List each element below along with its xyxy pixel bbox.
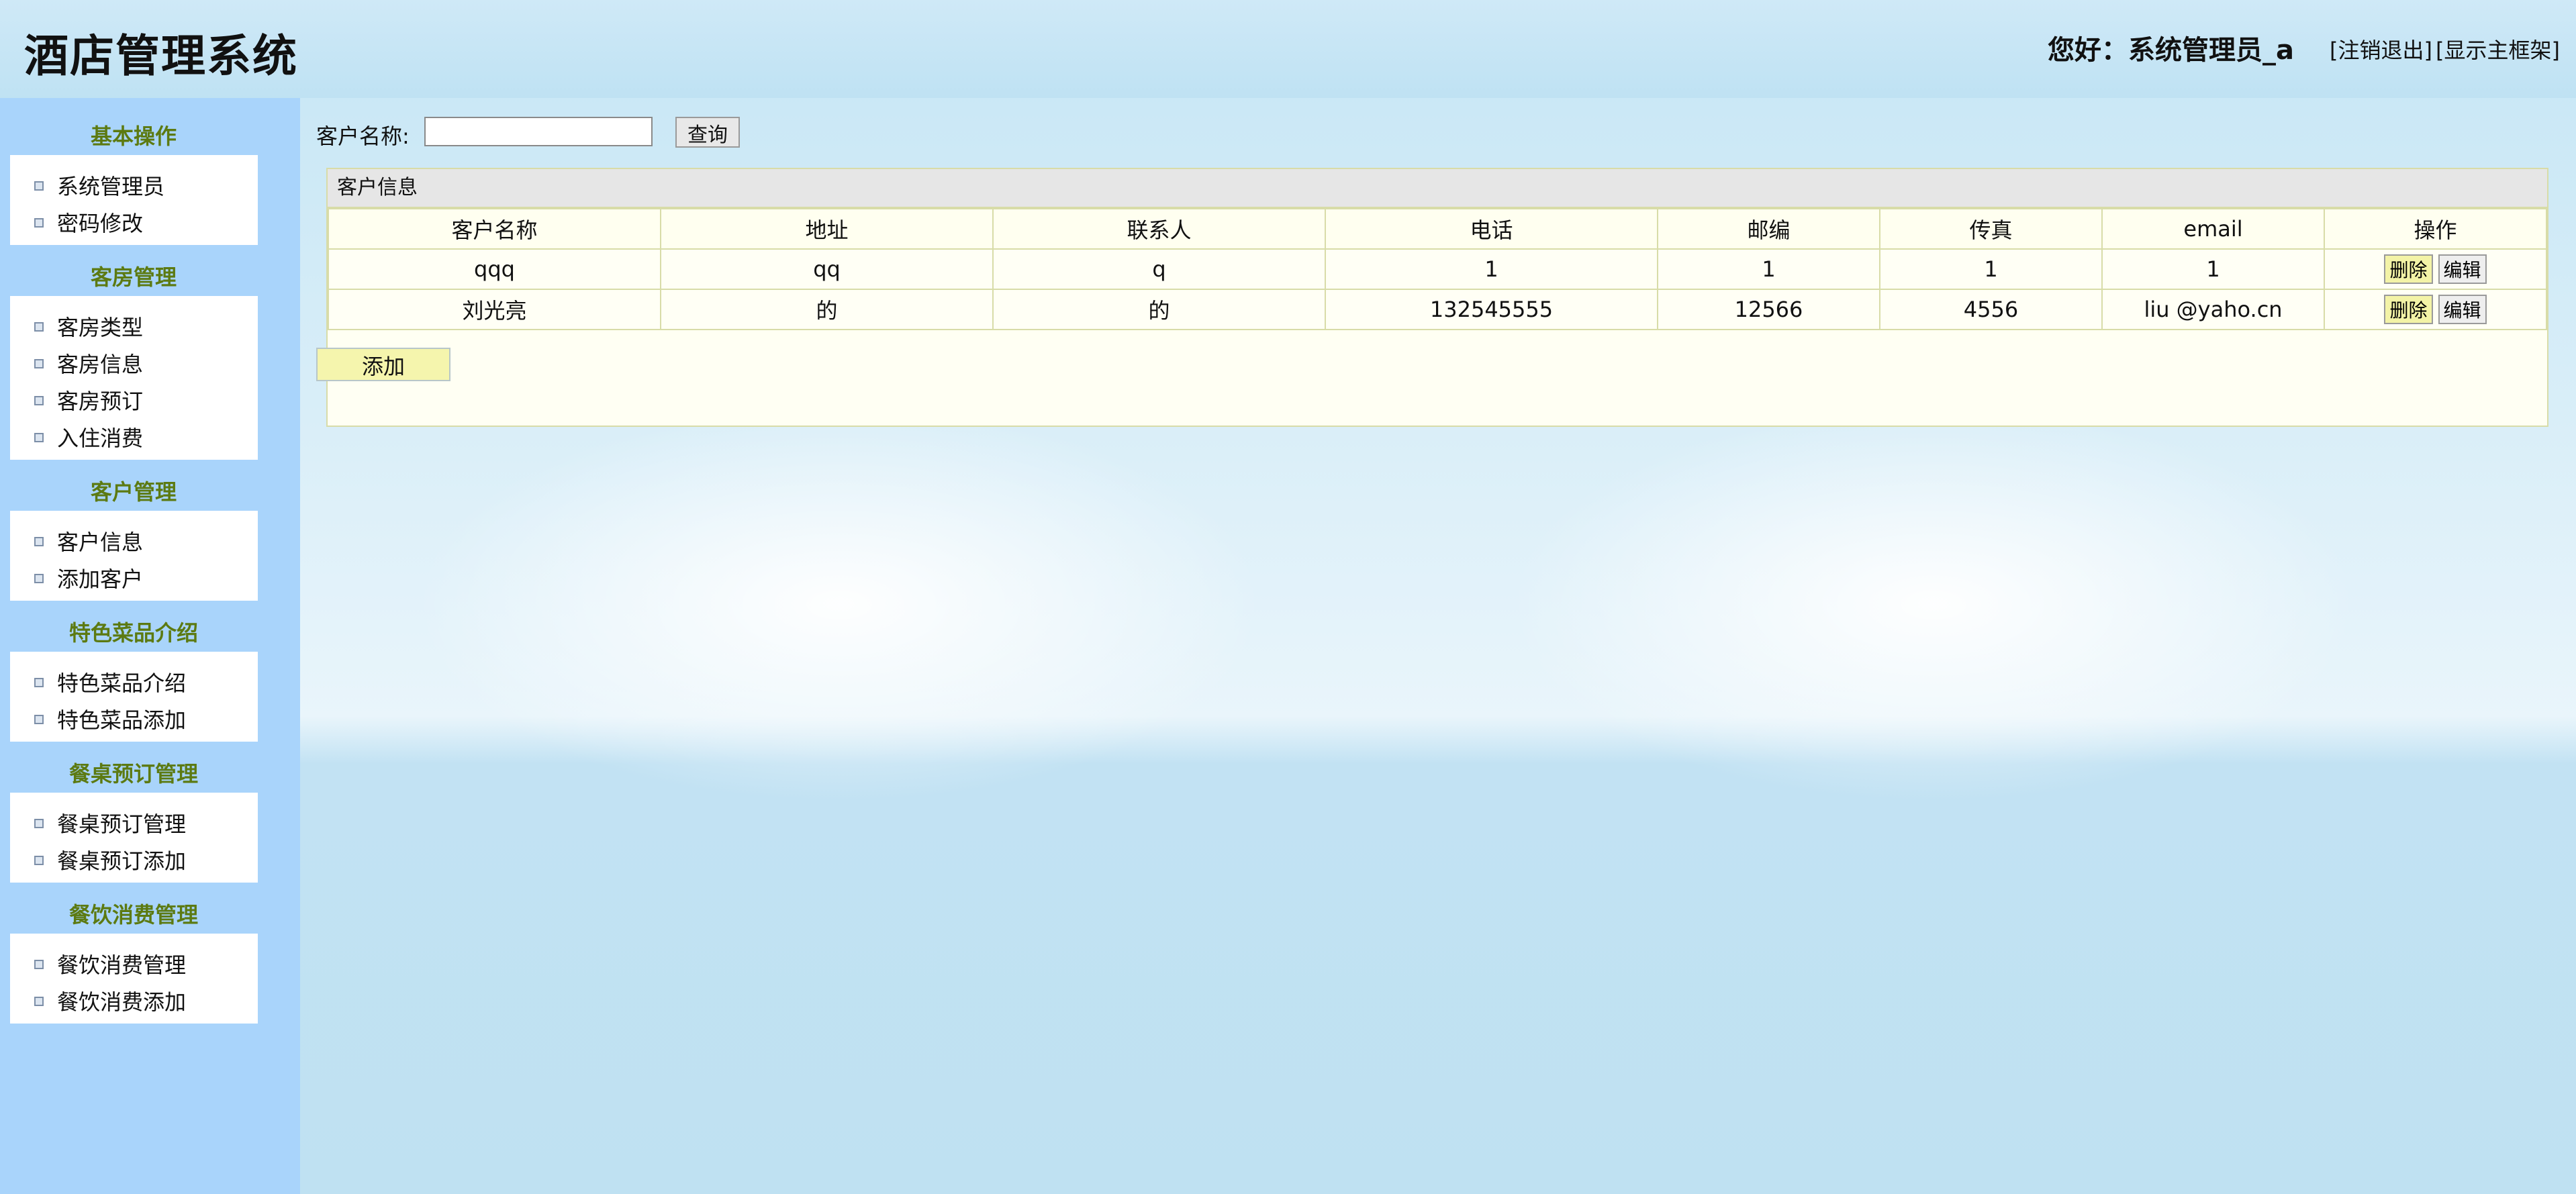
- sidebar-group-box: 餐桌预订管理 餐桌预订添加: [10, 793, 258, 883]
- sidebar-group-box: 客房类型 客房信息 客房预订 入住消费: [10, 296, 258, 460]
- logout-link[interactable]: [注销退出]: [2330, 34, 2432, 64]
- sidebar-item-label: 客房类型: [57, 315, 144, 340]
- sidebar-item-label: 餐饮消费添加: [57, 989, 187, 1015]
- sidebar-group-box: 客户信息 添加客户: [10, 511, 258, 601]
- bullet-icon: [34, 997, 44, 1006]
- bullet-icon: [34, 218, 44, 228]
- actions-cell: 删除 编辑: [2324, 248, 2547, 290]
- sidebar-item-label: 餐桌预订添加: [57, 848, 187, 874]
- sidebar-item-dish-add[interactable]: 特色菜品添加: [34, 703, 186, 734]
- add-customer-button[interactable]: 添加: [316, 348, 450, 381]
- sidebar-item-add-customer[interactable]: 添加客户: [34, 562, 143, 593]
- table-cell: qqq: [328, 248, 661, 290]
- show-main-frame-link[interactable]: [显示主框架]: [2436, 34, 2560, 64]
- sidebar-item-label: 入住消费: [57, 426, 144, 451]
- app-title: 酒店管理系统: [24, 30, 298, 82]
- sidebar-group-title: 客户管理: [90, 479, 177, 505]
- bullet-icon: [34, 678, 44, 687]
- table-cell: 4556: [1879, 289, 2103, 330]
- sidebar-item-room-type[interactable]: 客房类型: [34, 311, 143, 342]
- edit-button[interactable]: 编辑: [2438, 254, 2487, 284]
- sidebar-item-label: 特色菜品介绍: [57, 670, 187, 696]
- table-row: 刘光亮 的 的 132545555 12566 4556 liu @yaho.c…: [328, 289, 2547, 330]
- table-cell: 1: [1879, 248, 2103, 290]
- bullet-icon: [34, 715, 44, 724]
- table-cell: 的: [992, 289, 1326, 330]
- sidebar-group-title: 餐桌预订管理: [68, 761, 198, 787]
- customer-info-panel: 客户信息 客户名称 地址 联系人 电话 邮编 传真 email 操作 qqq q…: [326, 168, 2548, 427]
- sidebar-item-room-booking[interactable]: 客房预订: [34, 385, 143, 415]
- sidebar-group-title: 特色菜品介绍: [68, 620, 198, 646]
- sidebar-item-label: 添加客户: [57, 566, 144, 592]
- delete-button[interactable]: 删除: [2384, 295, 2433, 324]
- sidebar-item-label: 餐桌预订管理: [57, 811, 187, 837]
- customer-table: 客户名称 地址 联系人 电话 邮编 传真 email 操作 qqq qq q 1…: [328, 208, 2547, 330]
- table-cell: 1: [1325, 248, 1658, 290]
- bullet-icon: [34, 181, 44, 191]
- table-header-row: 客户名称 地址 联系人 电话 邮编 传真 email 操作: [328, 208, 2547, 250]
- table-cell: 刘光亮: [328, 289, 661, 330]
- table-cell: 132545555: [1325, 289, 1658, 330]
- sidebar-item-checkin[interactable]: 入住消费: [34, 421, 143, 452]
- sidebar-item-dish-intro[interactable]: 特色菜品介绍: [34, 666, 186, 697]
- sidebar-item-label: 特色菜品添加: [57, 707, 187, 733]
- bullet-icon: [34, 856, 44, 865]
- sidebar-group-box: 特色菜品介绍 特色菜品添加: [10, 652, 258, 742]
- sidebar: 基本操作 系统管理员 密码修改 客房管理 客房类型 客房信息 客房预订 入住消费…: [0, 98, 300, 1194]
- sidebar-item-room-info[interactable]: 客房信息: [34, 348, 143, 379]
- column-header: 电话: [1325, 208, 1658, 250]
- column-header: 邮编: [1657, 208, 1880, 250]
- sidebar-item-label: 餐饮消费管理: [57, 952, 187, 978]
- table-cell: qq: [660, 248, 994, 290]
- sidebar-item-table-booking-add[interactable]: 餐桌预订添加: [34, 844, 186, 875]
- sidebar-group-box: 餐饮消费管理 餐饮消费添加: [10, 934, 258, 1024]
- sidebar-item-label: 密码修改: [57, 211, 144, 236]
- column-header: 联系人: [992, 208, 1326, 250]
- table-cell: 12566: [1657, 289, 1880, 330]
- bullet-icon: [34, 433, 44, 442]
- bullet-icon: [34, 819, 44, 828]
- user-greeting: 您好：系统管理员_a: [2048, 35, 2294, 66]
- table-cell: liu @yaho.cn: [2101, 289, 2325, 330]
- sidebar-item-dining-add[interactable]: 餐饮消费添加: [34, 985, 186, 1016]
- sidebar-item-admin[interactable]: 系统管理员: [34, 170, 164, 201]
- sidebar-item-label: 客户信息: [57, 530, 144, 555]
- column-header: 地址: [660, 208, 994, 250]
- main-content: 客户名称: 查询 客户信息 客户名称 地址 联系人 电话 邮编 传真 email…: [300, 98, 2576, 1194]
- sidebar-group-title: 基本操作: [90, 123, 177, 149]
- sidebar-group-box: 系统管理员 密码修改: [10, 155, 258, 245]
- customer-name-input[interactable]: [424, 117, 653, 146]
- table-cell: 1: [2101, 248, 2325, 290]
- bullet-icon: [34, 322, 44, 332]
- sidebar-item-label: 系统管理员: [57, 174, 165, 199]
- sidebar-item-label: 客房预订: [57, 389, 144, 414]
- table-cell: q: [992, 248, 1326, 290]
- sidebar-item-customer-info[interactable]: 客户信息: [34, 526, 143, 556]
- sidebar-item-table-booking-manage[interactable]: 餐桌预订管理: [34, 807, 186, 838]
- actions-cell: 删除 编辑: [2324, 289, 2547, 330]
- panel-title: 客户信息: [328, 169, 2547, 208]
- bullet-icon: [34, 396, 44, 405]
- sidebar-item-password[interactable]: 密码修改: [34, 207, 143, 238]
- sidebar-item-dining-manage[interactable]: 餐饮消费管理: [34, 948, 186, 979]
- column-header: 客户名称: [328, 208, 661, 250]
- column-header: 操作: [2324, 208, 2547, 250]
- sidebar-group-title: 餐饮消费管理: [68, 902, 198, 928]
- delete-button[interactable]: 删除: [2384, 254, 2433, 284]
- table-cell: 1: [1657, 248, 1880, 290]
- top-header: 酒店管理系统 您好：系统管理员_a [注销退出] [显示主框架]: [0, 0, 2576, 98]
- bullet-icon: [34, 960, 44, 969]
- column-header: 传真: [1879, 208, 2103, 250]
- bullet-icon: [34, 537, 44, 546]
- table-row: qqq qq q 1 1 1 1 删除 编辑: [328, 248, 2547, 290]
- bullet-icon: [34, 359, 44, 368]
- column-header: email: [2101, 208, 2325, 250]
- sidebar-group-title: 客房管理: [90, 264, 177, 290]
- edit-button[interactable]: 编辑: [2438, 295, 2487, 324]
- customer-name-label: 客户名称:: [316, 123, 410, 149]
- query-button[interactable]: 查询: [675, 117, 740, 148]
- table-cell: 的: [660, 289, 994, 330]
- sidebar-item-label: 客房信息: [57, 352, 144, 377]
- bullet-icon: [34, 574, 44, 583]
